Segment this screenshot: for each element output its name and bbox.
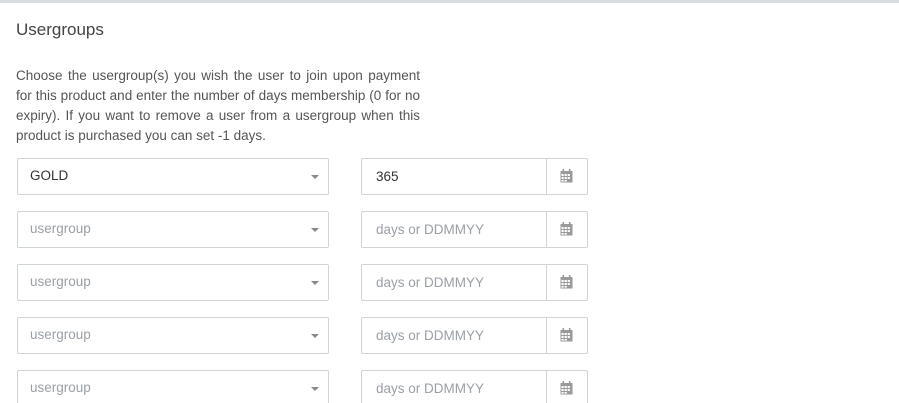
calendar-icon [560,222,573,236]
usergroup-select[interactable]: usergroup [17,370,329,403]
calendar-button[interactable] [546,265,587,300]
calendar-icon [560,381,573,395]
days-input[interactable] [362,159,546,194]
calendar-button[interactable] [546,159,587,194]
usergroup-row: usergroup [17,211,588,248]
chevron-down-icon [311,175,319,179]
chevron-down-icon [311,281,319,285]
panel-title: Usergroups [16,20,104,39]
chevron-down-icon [311,334,319,338]
days-input[interactable] [362,371,546,403]
usergroup-select-value: usergroup [30,274,91,289]
usergroups-panel: Usergroups Choose the usergroup(s) you w… [0,0,899,403]
chevron-down-icon [311,228,319,232]
days-input-group [361,317,588,354]
days-input[interactable] [362,212,546,247]
calendar-button[interactable] [546,212,587,247]
days-input-group [361,158,588,195]
days-input-group [361,211,588,248]
usergroup-select-value: usergroup [30,327,91,342]
days-input[interactable] [362,265,546,300]
usergroups-description: Choose the usergroup(s) you wish the use… [16,68,420,143]
usergroup-select[interactable]: usergroup [17,264,329,301]
usergroup-select-value: usergroup [30,380,91,395]
calendar-icon [560,169,573,183]
usergroup-row: GOLD [17,158,588,195]
usergroup-select-value: usergroup [30,221,91,236]
usergroup-select[interactable]: usergroup [17,211,329,248]
chevron-down-icon [311,387,319,391]
days-input-group [361,264,588,301]
days-input-group [361,370,588,403]
calendar-icon [560,275,573,289]
usergroup-select[interactable]: GOLD [17,158,329,195]
usergroup-select[interactable]: usergroup [17,317,329,354]
calendar-icon [560,328,573,342]
calendar-button[interactable] [546,371,587,403]
usergroup-rows: GOLD us [17,158,588,403]
usergroup-row: usergroup [17,370,588,403]
usergroup-select-value: GOLD [30,168,69,183]
usergroup-row: usergroup [17,317,588,354]
calendar-button[interactable] [546,318,587,353]
usergroup-row: usergroup [17,264,588,301]
days-input[interactable] [362,318,546,353]
